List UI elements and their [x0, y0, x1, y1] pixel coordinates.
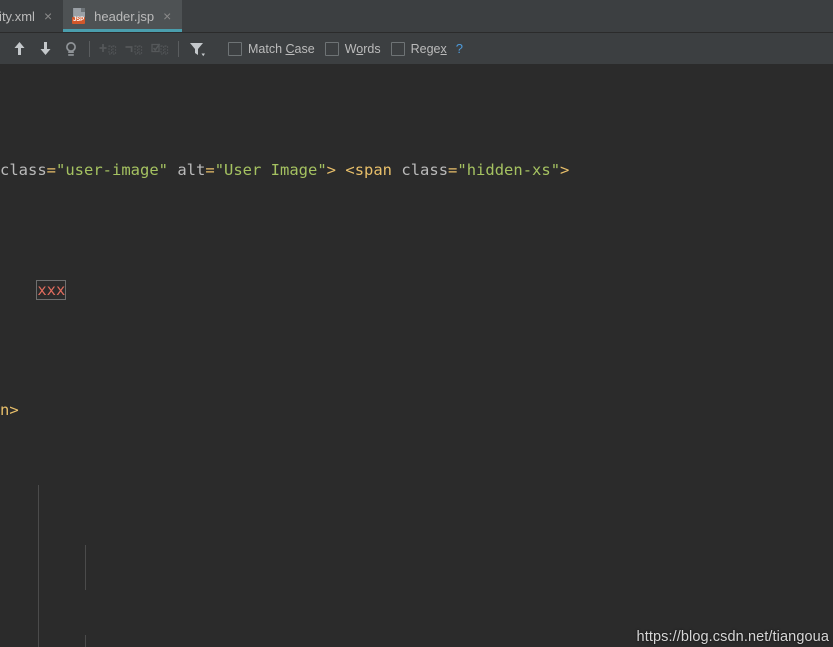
- add-selection-button[interactable]: [95, 36, 121, 62]
- filter-button[interactable]: [184, 36, 210, 62]
- remove-selection-button[interactable]: [121, 36, 147, 62]
- regex-checkbox[interactable]: Regex: [390, 41, 447, 56]
- edit-selection-icon: [151, 43, 169, 54]
- code-line[interactable]: class="user-image" alt="User Image"> <sp…: [0, 155, 616, 185]
- remove-selection-icon: [125, 45, 143, 54]
- add-selection-icon: [99, 43, 117, 54]
- tab-header-jsp[interactable]: JSP header.jsp ×: [63, 0, 183, 32]
- select-all-occurrences-button[interactable]: [58, 36, 84, 62]
- toolbar-separator: [89, 40, 90, 57]
- jsp-badge-label: JSP: [72, 17, 85, 24]
- match-case-checkbox[interactable]: Match Case: [228, 41, 315, 56]
- find-previous-button[interactable]: [6, 36, 32, 62]
- checkbox-box: [228, 41, 242, 56]
- code-line[interactable]: n>: [0, 395, 616, 425]
- tab-label: curity.xml: [0, 8, 35, 24]
- help-icon[interactable]: ?: [456, 41, 463, 56]
- toolbar-separator: [178, 40, 179, 57]
- arrow-up-icon: [14, 42, 24, 55]
- find-next-button[interactable]: [32, 36, 58, 62]
- jsp-file-icon: JSP: [72, 8, 88, 24]
- watermark-url: https://blog.csdn.net/tiangoua: [636, 629, 829, 645]
- checkbox-box: [324, 41, 339, 56]
- match-case-label: Match Case: [248, 41, 315, 56]
- editor-tab-bar: curity.xml × JSP header.jsp ×: [0, 0, 833, 33]
- close-icon[interactable]: ×: [43, 9, 53, 23]
- arrow-down-icon: [40, 42, 50, 55]
- tab-label: header.jsp: [94, 8, 155, 24]
- code-line[interactable]: xxx: [0, 275, 616, 305]
- code-editor[interactable]: class="user-image" alt="User Image"> <sp…: [0, 65, 833, 647]
- words-label: Words: [344, 41, 381, 56]
- code-line[interactable]: [0, 605, 616, 635]
- find-toolbar: Match Case Words Regex ?: [0, 33, 833, 65]
- filter-funnel-icon: [189, 42, 205, 56]
- spellcheck-error: xxx: [36, 280, 67, 300]
- edit-selection-button[interactable]: [147, 36, 173, 62]
- tab-curity-xml[interactable]: curity.xml ×: [0, 0, 64, 32]
- checkbox-box: [390, 41, 405, 56]
- words-checkbox[interactable]: Words: [324, 41, 381, 56]
- code-line[interactable]: [0, 515, 616, 545]
- magnifier-list-icon: [66, 41, 76, 56]
- regex-label: Regex: [410, 41, 447, 56]
- close-icon[interactable]: ×: [162, 9, 172, 23]
- code-text[interactable]: class="user-image" alt="User Image"> <sp…: [0, 65, 616, 647]
